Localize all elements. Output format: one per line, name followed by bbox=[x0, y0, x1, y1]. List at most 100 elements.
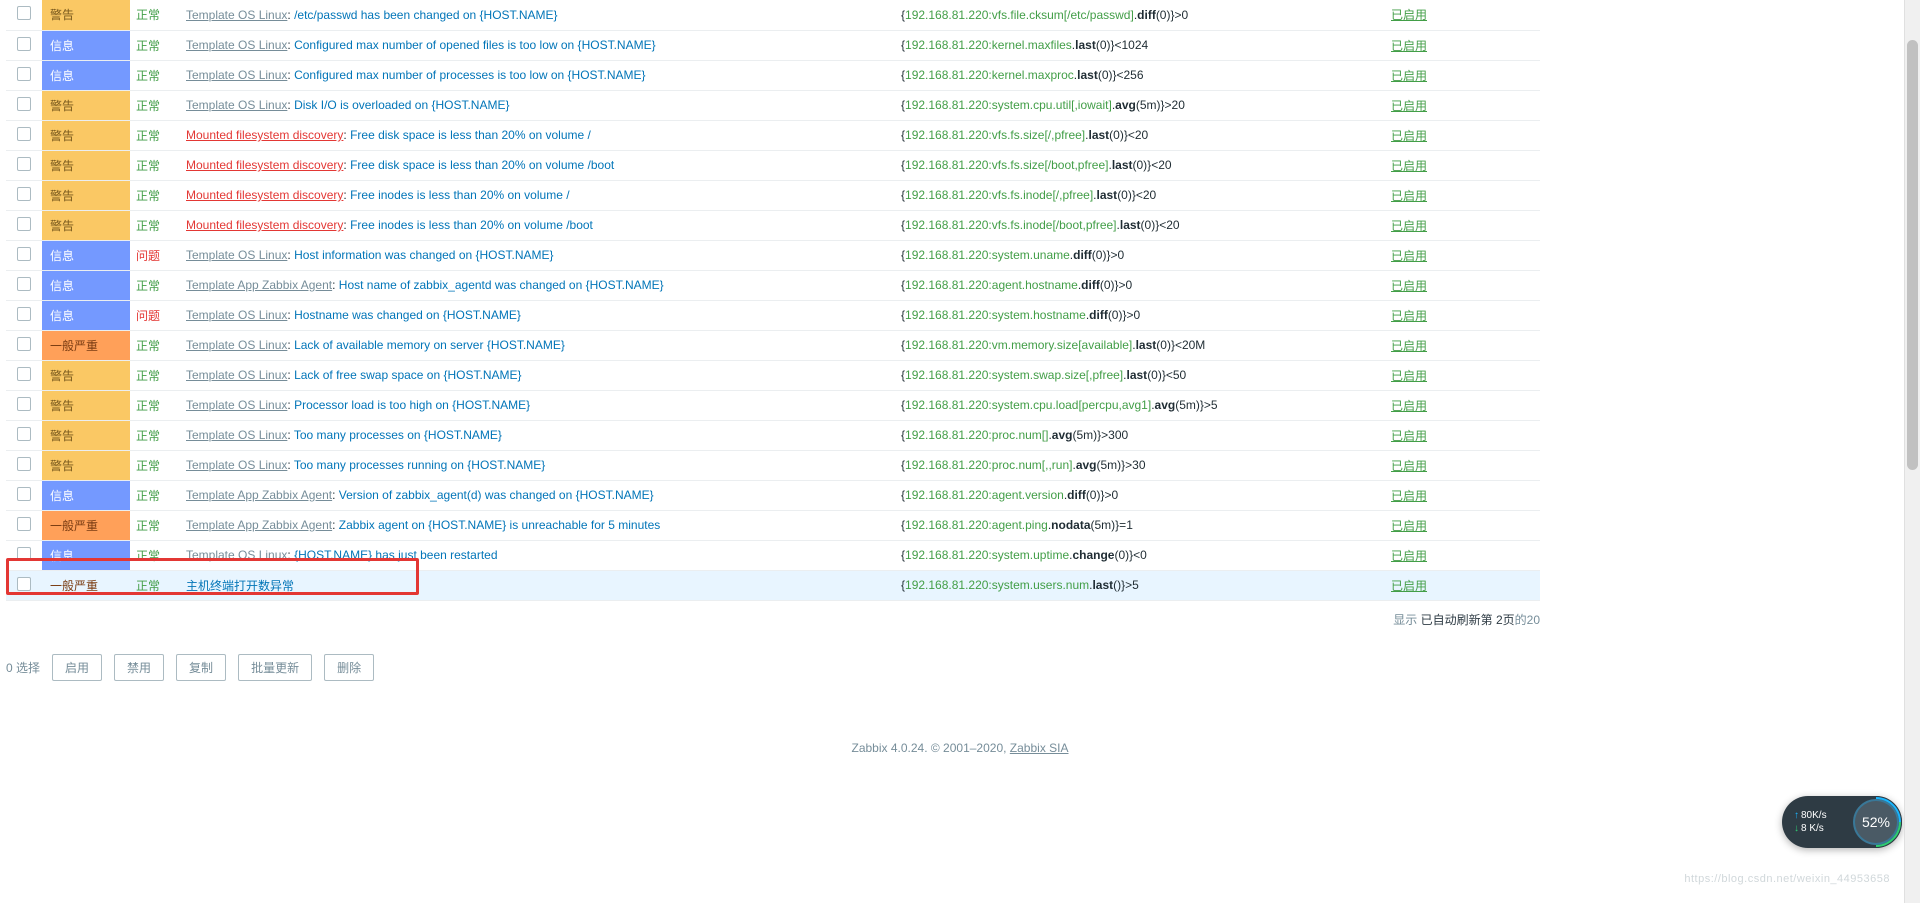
trigger-link[interactable]: Free disk space is less than 20% on volu… bbox=[350, 158, 614, 172]
trigger-link[interactable]: Lack of available memory on server {HOST… bbox=[294, 338, 565, 352]
status-link[interactable]: 已启用 bbox=[1391, 159, 1427, 173]
row-checkbox[interactable] bbox=[17, 127, 31, 141]
trigger-link[interactable]: Host name of zabbix_agentd was changed o… bbox=[339, 278, 664, 292]
delete-button[interactable]: 删除 bbox=[324, 654, 374, 681]
item-key-link[interactable]: 192.168.81.220:vfs.fs.size[/,pfree] bbox=[905, 128, 1085, 142]
item-key-link[interactable]: 192.168.81.220:vfs.fs.size[/boot,pfree] bbox=[905, 158, 1108, 172]
trigger-link[interactable]: Host information was changed on {HOST.NA… bbox=[294, 248, 553, 262]
trigger-link[interactable]: Configured max number of opened files is… bbox=[294, 38, 656, 52]
source-link[interactable]: Template OS Linux bbox=[186, 458, 287, 472]
row-checkbox[interactable] bbox=[17, 37, 31, 51]
massupdate-button[interactable]: 批量更新 bbox=[238, 654, 312, 681]
item-key-link[interactable]: 192.168.81.220:kernel.maxfiles bbox=[905, 38, 1072, 52]
item-key-link[interactable]: 192.168.81.220:system.cpu.util[,iowait] bbox=[905, 98, 1112, 112]
source-link[interactable]: Template OS Linux bbox=[186, 8, 287, 22]
status-link[interactable]: 已启用 bbox=[1391, 429, 1427, 443]
status-link[interactable]: 已启用 bbox=[1391, 459, 1427, 473]
row-checkbox[interactable] bbox=[17, 397, 31, 411]
trigger-link[interactable]: Processor load is too high on {HOST.NAME… bbox=[294, 398, 530, 412]
network-monitor-widget[interactable]: 80K/s 8 K/s 52% bbox=[1782, 796, 1902, 848]
item-key-link[interactable]: 192.168.81.220:system.cpu.load[percpu,av… bbox=[905, 398, 1151, 412]
status-link[interactable]: 已启用 bbox=[1391, 579, 1427, 593]
trigger-link[interactable]: Hostname was changed on {HOST.NAME} bbox=[294, 308, 521, 322]
trigger-link[interactable]: /etc/passwd has been changed on {HOST.NA… bbox=[294, 8, 558, 22]
trigger-link[interactable]: Version of zabbix_agent(d) was changed o… bbox=[339, 488, 654, 502]
row-checkbox[interactable] bbox=[17, 247, 31, 261]
source-link[interactable]: Template OS Linux bbox=[186, 68, 287, 82]
source-link[interactable]: Template OS Linux bbox=[186, 548, 287, 562]
row-checkbox[interactable] bbox=[17, 6, 31, 20]
status-link[interactable]: 已启用 bbox=[1391, 369, 1427, 383]
status-link[interactable]: 已启用 bbox=[1391, 219, 1427, 233]
item-key-link[interactable]: 192.168.81.220:system.hostname bbox=[905, 308, 1086, 322]
row-checkbox[interactable] bbox=[17, 367, 31, 381]
status-link[interactable]: 已启用 bbox=[1391, 69, 1427, 83]
trigger-link[interactable]: Disk I/O is overloaded on {HOST.NAME} bbox=[294, 98, 509, 112]
source-link[interactable]: Template OS Linux bbox=[186, 98, 287, 112]
source-link[interactable]: Template App Zabbix Agent bbox=[186, 278, 332, 292]
scrollbar-thumb[interactable] bbox=[1907, 40, 1918, 470]
source-link[interactable]: Mounted filesystem discovery bbox=[186, 158, 343, 172]
disable-button[interactable]: 禁用 bbox=[114, 654, 164, 681]
item-key-link[interactable]: 192.168.81.220:vfs.fs.inode[/,pfree] bbox=[905, 188, 1093, 202]
row-checkbox[interactable] bbox=[17, 307, 31, 321]
source-link[interactable]: Template OS Linux bbox=[186, 38, 287, 52]
status-link[interactable]: 已启用 bbox=[1391, 99, 1427, 113]
source-link[interactable]: Template OS Linux bbox=[186, 308, 287, 322]
trigger-link[interactable]: Free inodes is less than 20% on volume / bbox=[350, 188, 569, 202]
item-key-link[interactable]: 192.168.81.220:agent.hostname bbox=[905, 278, 1078, 292]
row-checkbox[interactable] bbox=[17, 67, 31, 81]
row-checkbox[interactable] bbox=[17, 487, 31, 501]
item-key-link[interactable]: 192.168.81.220:vfs.fs.inode[/boot,pfree] bbox=[905, 218, 1117, 232]
item-key-link[interactable]: 192.168.81.220:system.uptime bbox=[905, 548, 1069, 562]
item-key-link[interactable]: 192.168.81.220:kernel.maxproc bbox=[905, 68, 1074, 82]
status-link[interactable]: 已启用 bbox=[1391, 519, 1427, 533]
item-key-link[interactable]: 192.168.81.220:proc.num[,,run] bbox=[905, 458, 1072, 472]
source-link[interactable]: Template OS Linux bbox=[186, 398, 287, 412]
row-checkbox[interactable] bbox=[17, 217, 31, 231]
item-key-link[interactable]: 192.168.81.220:agent.version bbox=[905, 488, 1064, 502]
source-link[interactable]: Template App Zabbix Agent bbox=[186, 518, 332, 532]
status-link[interactable]: 已启用 bbox=[1391, 549, 1427, 563]
trigger-link[interactable]: Zabbix agent on {HOST.NAME} is unreachab… bbox=[339, 518, 661, 532]
row-checkbox[interactable] bbox=[17, 337, 31, 351]
source-link[interactable]: Mounted filesystem discovery bbox=[186, 218, 343, 232]
status-link[interactable]: 已启用 bbox=[1391, 339, 1427, 353]
row-checkbox[interactable] bbox=[17, 427, 31, 441]
item-key-link[interactable]: 192.168.81.220:system.uname bbox=[905, 248, 1070, 262]
trigger-link[interactable]: Free disk space is less than 20% on volu… bbox=[350, 128, 591, 142]
status-link[interactable]: 已启用 bbox=[1391, 399, 1427, 413]
source-link[interactable]: Template OS Linux bbox=[186, 428, 287, 442]
row-checkbox[interactable] bbox=[17, 577, 31, 591]
item-key-link[interactable]: 192.168.81.220:vfs.file.cksum[/etc/passw… bbox=[905, 8, 1134, 22]
source-link[interactable]: Template App Zabbix Agent bbox=[186, 488, 332, 502]
status-link[interactable]: 已启用 bbox=[1391, 309, 1427, 323]
zabbix-sia-link[interactable]: Zabbix SIA bbox=[1010, 741, 1069, 755]
item-key-link[interactable]: 192.168.81.220:system.swap.size[,pfree] bbox=[905, 368, 1123, 382]
status-link[interactable]: 已启用 bbox=[1391, 8, 1427, 22]
row-checkbox[interactable] bbox=[17, 277, 31, 291]
scrollbar[interactable] bbox=[1904, 0, 1920, 903]
status-link[interactable]: 已启用 bbox=[1391, 39, 1427, 53]
status-link[interactable]: 已启用 bbox=[1391, 489, 1427, 503]
status-link[interactable]: 已启用 bbox=[1391, 279, 1427, 293]
item-key-link[interactable]: 192.168.81.220:proc.num[] bbox=[905, 428, 1048, 442]
trigger-link[interactable]: Too many processes on {HOST.NAME} bbox=[294, 428, 502, 442]
trigger-link[interactable]: 主机终端打开数异常 bbox=[186, 579, 294, 593]
trigger-link[interactable]: Configured max number of processes is to… bbox=[294, 68, 646, 82]
row-checkbox[interactable] bbox=[17, 517, 31, 531]
source-link[interactable]: Template OS Linux bbox=[186, 338, 287, 352]
row-checkbox[interactable] bbox=[17, 187, 31, 201]
status-link[interactable]: 已启用 bbox=[1391, 129, 1427, 143]
item-key-link[interactable]: 192.168.81.220:system.users.num bbox=[905, 578, 1089, 592]
row-checkbox[interactable] bbox=[17, 457, 31, 471]
row-checkbox[interactable] bbox=[17, 97, 31, 111]
source-link[interactable]: Mounted filesystem discovery bbox=[186, 188, 343, 202]
trigger-link[interactable]: {HOST.NAME} has just been restarted bbox=[294, 548, 497, 562]
row-checkbox[interactable] bbox=[17, 547, 31, 561]
status-link[interactable]: 已启用 bbox=[1391, 189, 1427, 203]
source-link[interactable]: Template OS Linux bbox=[186, 248, 287, 262]
trigger-link[interactable]: Too many processes running on {HOST.NAME… bbox=[294, 458, 545, 472]
item-key-link[interactable]: 192.168.81.220:vm.memory.size[available] bbox=[905, 338, 1132, 352]
trigger-link[interactable]: Lack of free swap space on {HOST.NAME} bbox=[294, 368, 521, 382]
